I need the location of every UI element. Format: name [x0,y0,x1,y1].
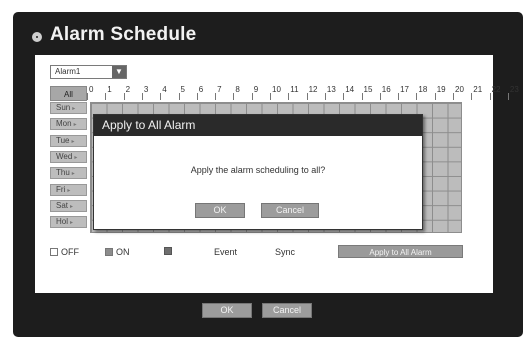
legend-off-label: OFF [61,247,79,257]
hour-label: 14 [345,85,355,94]
hour-label: 2 [125,85,131,94]
hour-tick [324,93,326,100]
apply-to-all-dialog: Apply to All Alarm Apply the alarm sched… [93,114,423,230]
hour-tick [123,93,125,100]
hour-tick [416,93,418,100]
chevron-right-icon: ▸ [67,187,71,194]
hour-tick [178,93,180,100]
day-label: Sat [56,200,69,210]
hour-label: 0 [89,85,94,94]
alarm-select-value: Alarm1 [55,67,81,76]
hour-tick [471,93,473,100]
hour-tick [87,93,88,100]
hour-tick [343,93,345,100]
hour-label: 9 [253,85,259,94]
ok-button[interactable]: OK [202,303,252,318]
hour-label: 18 [418,85,428,94]
hour-label: 12 [308,85,318,94]
on-swatch [105,248,113,256]
off-swatch [50,248,58,256]
legend-event: Event [214,247,237,257]
hour-tick [270,93,271,100]
hour-label: 15 [363,85,373,94]
day-label: Sun [56,103,71,112]
hour-label: 6 [198,85,204,94]
hour-tick [453,93,454,100]
chevron-right-icon: ▸ [74,154,78,161]
chevron-right-icon: ▸ [71,171,75,178]
hour-tick [361,93,363,100]
day-label: Hol [56,217,69,227]
hour-label: 16 [381,85,391,94]
chevron-down-icon[interactable]: ▼ [112,66,126,78]
chevron-right-icon: ▸ [72,106,76,112]
legend-sync: Sync [275,247,295,257]
hour-tick [398,93,400,100]
day-button-sat[interactable]: Sat ▸ [50,199,87,212]
hour-tick [215,93,217,100]
hour-header: 0 1 2 3 4 5 6 7 8 9 10 11 12 13 14 15 16 17 18 19 20 21 22 23 [87,85,529,100]
legend-event-label: Event [214,247,238,257]
legend-off: OFF [50,247,79,257]
day-button-hol[interactable]: Hol ▸ [50,216,87,229]
hour-label: 23 [509,85,519,94]
day-button-tue[interactable]: Tue ▸ [50,134,87,147]
hour-label: 21 [473,85,483,94]
dialog-cancel-button[interactable]: Cancel [261,203,319,218]
day-button-mon[interactable]: Mon ▸ [50,118,87,131]
legend-on-label: ON [116,247,130,257]
alarm-select[interactable]: Alarm1 ▼ [50,65,127,79]
hour-tick [160,93,162,100]
apply-to-all-alarm-button[interactable]: Apply to All Alarm [338,245,463,258]
hour-label: 3 [143,85,149,94]
title-circle-icon [32,32,42,42]
day-button-sun[interactable]: Sun ▸ [50,102,87,114]
hour-tick [141,93,143,100]
legend-on: ON [105,247,130,257]
day-button-fri[interactable]: Fri ▸ [50,183,87,196]
hour-label: 4 [162,85,167,94]
legend-sync-label: Sync [275,247,296,257]
hour-tick [434,93,436,100]
hour-label: 8 [235,85,240,94]
dialog-message: Apply the alarm scheduling to all? [190,165,326,175]
dialog-title: Apply to All Alarm [94,115,422,136]
hour-label: 20 [455,85,464,94]
event-swatch [164,247,172,255]
day-label: Mon [56,119,72,129]
hour-tick [489,93,491,100]
hour-label: 10 [272,85,281,94]
day-label: Tue [56,135,70,145]
chevron-right-icon: ▸ [73,122,77,129]
hour-tick [105,93,107,100]
chevron-right-icon: ▸ [71,138,75,145]
hour-tick [288,93,290,100]
hour-label: 11 [290,85,299,94]
hour-label: 22 [491,85,501,94]
day-label: Thu [56,168,70,178]
hour-tick [233,93,235,100]
hour-label: 1 [107,85,112,94]
chevron-right-icon: ▸ [70,203,74,210]
day-button-wed[interactable]: Wed ▸ [50,150,87,163]
all-button[interactable]: All [50,86,87,101]
hour-tick [251,93,253,100]
hour-tick [196,93,198,100]
hour-label: 5 [180,85,185,94]
hour-tick [306,93,308,100]
day-label: Wed [56,151,73,161]
hour-label: 17 [400,85,409,94]
hour-label: 19 [436,85,446,94]
hour-tick [379,93,381,100]
day-button-thu[interactable]: Thu ▸ [50,167,87,180]
chevron-right-icon: ▸ [70,220,74,227]
hour-label: 7 [217,85,222,94]
window-title: Alarm Schedule [50,24,197,45]
dialog-ok-button[interactable]: OK [195,203,245,218]
legend-event-swatch [164,247,175,255]
hour-label: 13 [326,85,336,94]
cancel-button[interactable]: Cancel [262,303,312,318]
hour-tick [507,93,509,100]
day-label: Fri [56,184,66,194]
